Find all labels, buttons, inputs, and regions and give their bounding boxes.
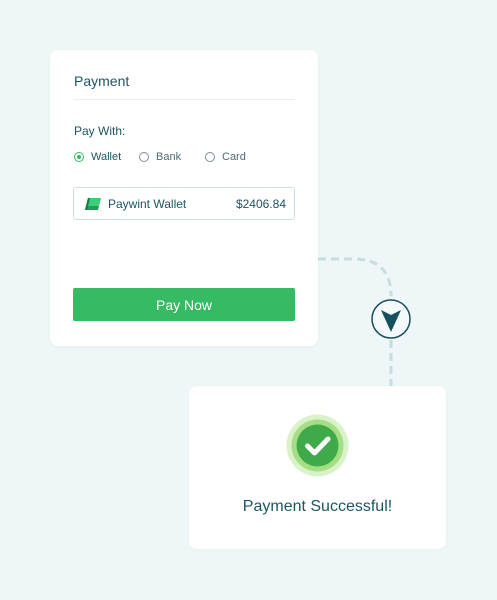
success-card: Payment Successful! <box>189 386 446 549</box>
arrow-down-circle-icon <box>371 299 411 339</box>
check-circle-icon <box>286 414 349 477</box>
wallet-balance: $2406.84 <box>235 196 286 211</box>
paywint-logo-icon <box>85 197 101 210</box>
payment-card: Payment Pay With: Wallet Bank Card Paywi… <box>50 50 318 346</box>
radio-button-checked[interactable] <box>74 152 84 162</box>
radio-option-wallet[interactable]: Wallet <box>74 151 121 163</box>
radio-button[interactable] <box>139 152 149 162</box>
radio-label-bank: Bank <box>156 151 182 163</box>
payment-title: Payment <box>74 73 130 89</box>
radio-option-card[interactable]: Card <box>205 151 246 163</box>
radio-button[interactable] <box>205 152 215 162</box>
wallet-selector[interactable]: Paywint Wallet $2406.84 <box>73 187 295 220</box>
divider <box>74 99 295 100</box>
pay-with-label: Pay With: <box>74 124 126 138</box>
radio-label-wallet: Wallet <box>91 151 122 163</box>
success-message: Payment Successful! <box>242 498 393 515</box>
wallet-name: Paywint Wallet <box>108 196 187 211</box>
connector-line <box>318 257 393 297</box>
radio-option-bank[interactable]: Bank <box>139 151 181 163</box>
radio-label-card: Card <box>222 151 246 163</box>
pay-now-button[interactable]: Pay Now <box>73 288 295 321</box>
